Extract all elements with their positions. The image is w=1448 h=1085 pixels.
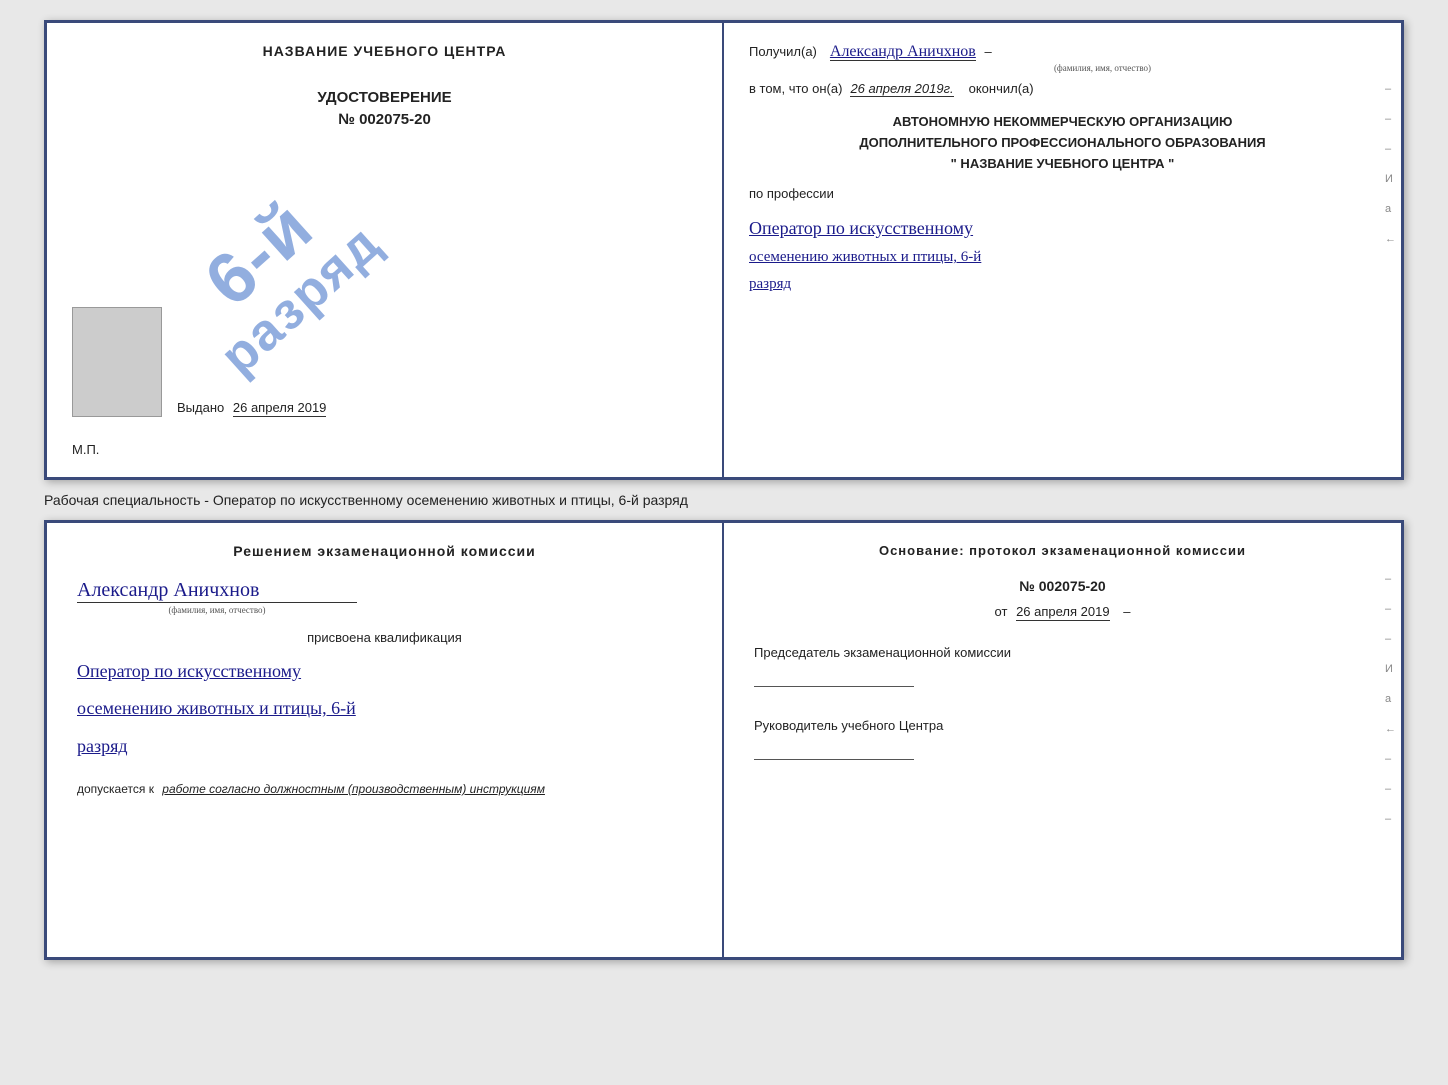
director-label: Руководитель учебного Центра <box>754 717 1371 735</box>
bottom-right-side-marks: – – – И а ← – – – <box>1385 573 1396 825</box>
stamp-grade: 6-й <box>164 162 356 345</box>
allowed-label: допускается к работе согласно должностны… <box>77 782 692 796</box>
specialty-description: Рабочая специальность - Оператор по иску… <box>44 492 1404 508</box>
bottom-cert-date: от 26 апреля 2019 – <box>754 604 1371 619</box>
in-that-line: в том, что он(а) 26 апреля 2019г. окончи… <box>749 81 1376 97</box>
top-cert-issued-label: Выдано 26 апреля 2019 <box>177 400 326 415</box>
received-line: Получил(а) Александр Аничхнов – <box>749 43 1376 61</box>
profession-label: по профессии <box>749 184 1376 204</box>
chairman-label: Председатель экзаменационной комиссии <box>754 644 1371 662</box>
bottom-book-right-page: Основание: протокол экзаменационной коми… <box>724 523 1401 957</box>
top-cert-number: № 002075-20 <box>72 111 697 128</box>
top-book-left-page: НАЗВАНИЕ УЧЕБНОГО ЦЕНТРА УДОСТОВЕРЕНИЕ №… <box>47 23 724 477</box>
top-cert-type: УДОСТОВЕРЕНИЕ <box>72 89 697 106</box>
completion-date: 26 апреля 2019г. <box>850 81 953 97</box>
bottom-recipient-name: Александр Аничхнов <box>77 579 357 603</box>
top-certificate-book: НАЗВАНИЕ УЧЕБНОГО ЦЕНТРА УДОСТОВЕРЕНИЕ №… <box>44 20 1404 480</box>
basis-label: Основание: протокол экзаменационной коми… <box>754 543 1371 558</box>
top-book-right-page: Получил(а) Александр Аничхнов – (фамилия… <box>724 23 1401 477</box>
qualification-text: Оператор по искусственному осеменению жи… <box>77 655 692 762</box>
bottom-cert-number: № 002075-20 <box>754 578 1371 594</box>
stamp-rank: разряд <box>212 216 391 384</box>
chairman-signature-line <box>754 667 914 687</box>
bottom-certificate-book: Решением экзаменационной комиссии Алекса… <box>44 520 1404 960</box>
assigned-label: присвоена квалификация <box>77 630 692 645</box>
director-signature-line <box>754 740 914 760</box>
recipient-name: Александр Аничхнов <box>830 43 976 61</box>
mp-label: М.П. <box>72 442 99 457</box>
bottom-book-left-page: Решением экзаменационной комиссии Алекса… <box>47 523 724 957</box>
bottom-heading: Решением экзаменационной комиссии <box>77 543 692 559</box>
director-block: Руководитель учебного Центра <box>754 717 1371 760</box>
top-cert-school-title: НАЗВАНИЕ УЧЕБНОГО ЦЕНТРА <box>72 43 697 59</box>
org-name-lines: АВТОНОМНУЮ НЕКОММЕРЧЕСКУЮ ОРГАНИЗАЦИЮ ДО… <box>749 112 1376 174</box>
bottom-name-block: Александр Аничхнов (фамилия, имя, отчест… <box>77 579 692 615</box>
right-side-marks: – – – И а ← <box>1385 83 1396 245</box>
photo-placeholder <box>72 307 162 417</box>
profession-text: Оператор по искусственному осеменению жи… <box>749 212 1376 298</box>
chairman-block: Председатель экзаменационной комиссии <box>754 644 1371 687</box>
